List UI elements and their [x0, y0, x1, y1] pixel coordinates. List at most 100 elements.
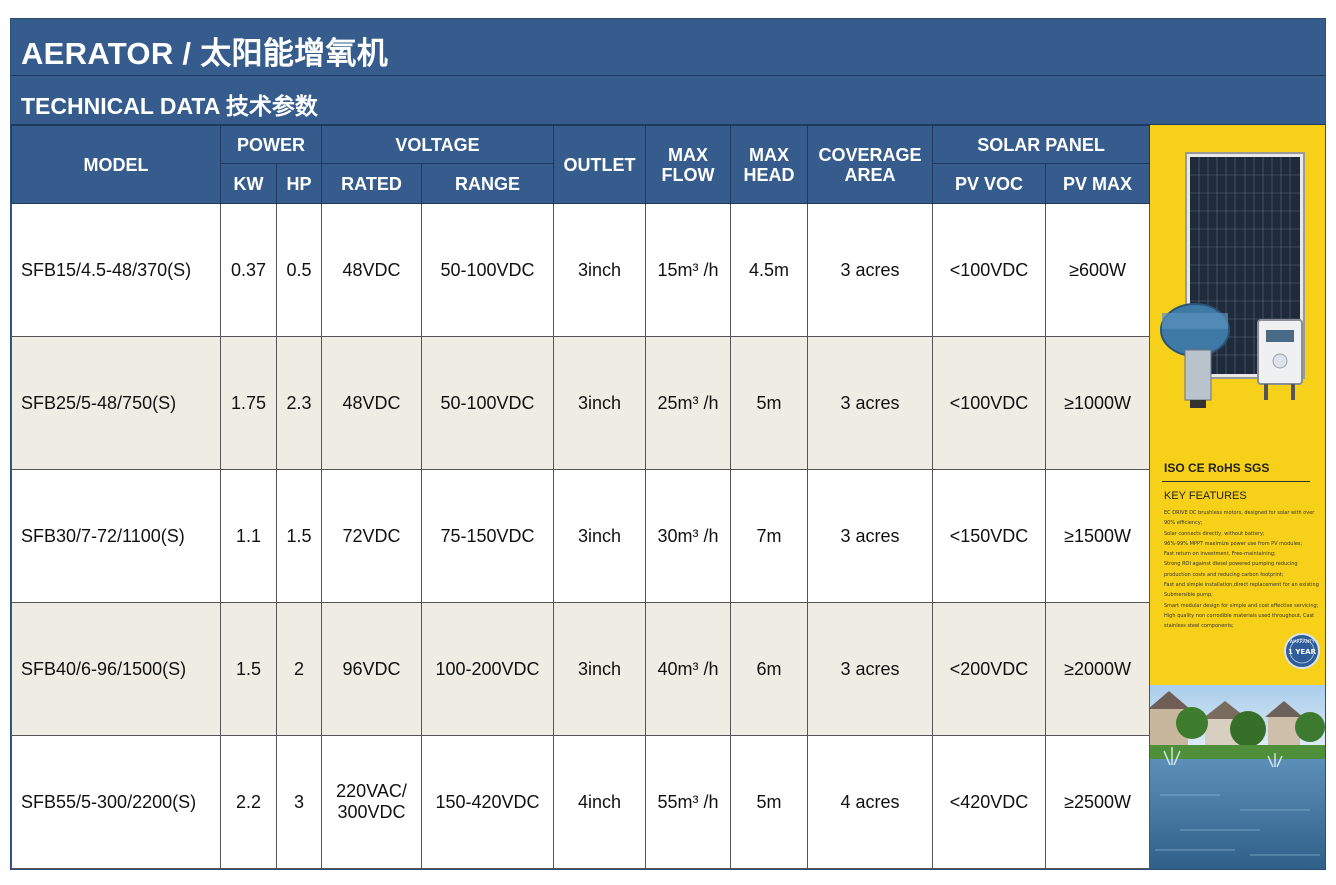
header-range: RANGE: [421, 163, 555, 204]
feature-item: 96%-99% MPPT maximize power use from PV …: [1164, 540, 1303, 547]
warranty-badge-top: WARRANTY: [1289, 639, 1315, 645]
controller-box-icon: [1257, 319, 1303, 400]
header-kw: KW: [220, 163, 277, 204]
cell-pv-max: ≥1000W: [1045, 336, 1151, 470]
header-max-flow-line1: MAX: [668, 144, 709, 165]
cell-pv-max: ≥2000W: [1045, 602, 1151, 736]
feature-item: High quality non corrodible materials us…: [1164, 612, 1315, 630]
feature-item: Fast and simple installation,direct repl…: [1164, 582, 1319, 599]
header-solar-panel: SOLAR PANEL: [932, 125, 1151, 164]
feature-item: EC DRIVE DC brushless motors, designed f…: [1164, 510, 1315, 527]
pond-photo-illustration: [1150, 685, 1325, 869]
cell-hp: 2: [275, 602, 323, 736]
page-title: AERATOR / 太阳能增氧机: [21, 36, 389, 71]
cell-range: 50-100VDC: [421, 336, 555, 470]
table-row: SFB25/5-48/750(S) 1.75 2.3 48VDC 50-100V…: [11, 336, 1151, 470]
cell-range: 100-200VDC: [421, 602, 555, 736]
cell-rated-line2: 300VDC: [337, 802, 406, 822]
key-features-list: EC DRIVE DC brushless motors, designed f…: [1164, 508, 1319, 632]
cell-pv-voc: <100VDC: [932, 203, 1047, 337]
cell-hp: 1.5: [275, 469, 323, 603]
cell-head: 7m: [730, 469, 809, 603]
key-features-title: KEY FEATURES: [1164, 490, 1247, 502]
cell-area: 3 acres: [807, 602, 934, 736]
header-max-head-line1: MAX: [749, 144, 790, 165]
certification-logos: ISO CE RoHS SGS: [1164, 461, 1270, 475]
header-max-flow: MAX FLOW: [645, 125, 732, 204]
cell-flow: 40m³ /h: [645, 602, 732, 736]
cell-model: SFB15/4.5-48/370(S): [11, 203, 221, 337]
cell-area: 3 acres: [807, 203, 934, 337]
cell-pv-voc: <420VDC: [932, 735, 1047, 869]
cell-model: SFB30/7-72/1100(S): [11, 469, 221, 603]
feature-item: Strong ROI against diesel powered pumpin…: [1164, 561, 1298, 578]
cell-model: SFB40/6-96/1500(S): [11, 602, 221, 736]
cell-outlet: 3inch: [553, 602, 647, 736]
cell-flow: 30m³ /h: [645, 469, 732, 603]
cell-area: 4 acres: [807, 735, 934, 869]
cell-model: SFB55/5-300/2200(S): [11, 735, 221, 869]
cell-kw: 0.37: [220, 203, 277, 337]
header-pv-voc: PV VOC: [932, 163, 1047, 204]
feature-item: Fast return on investment, Free-maintain…: [1164, 551, 1276, 558]
cell-kw: 1.5: [220, 602, 277, 736]
header-outlet: OUTLET: [553, 125, 647, 204]
header-coverage-area: COVERAGE AREA: [807, 125, 934, 204]
header-hp: HP: [275, 163, 323, 204]
cell-outlet: 4inch: [553, 735, 647, 869]
cell-kw: 1.75: [220, 336, 277, 470]
cell-head: 5m: [730, 735, 809, 869]
cell-area: 3 acres: [807, 336, 934, 470]
cell-pv-voc: <200VDC: [932, 602, 1047, 736]
cell-rated: 48VDC: [321, 203, 423, 337]
cell-kw: 1.1: [220, 469, 277, 603]
spec-sheet: AERATOR / 太阳能增氧机 TECHNICAL DATA 技术参数 MOD…: [10, 18, 1326, 870]
spec-table: MODEL POWER VOLTAGE OUTLET MAX FLOW MAX …: [11, 125, 1151, 869]
cell-head: 6m: [730, 602, 809, 736]
cell-range: 50-100VDC: [421, 203, 555, 337]
header-max-flow-line2: FLOW: [661, 164, 715, 185]
page-subtitle: TECHNICAL DATA 技术参数: [21, 93, 318, 119]
header-voltage: VOLTAGE: [321, 125, 555, 164]
title-bar: AERATOR / 太阳能增氧机: [11, 19, 1325, 76]
cell-rated-line1: 220VAC/: [336, 781, 407, 801]
table-row: SFB40/6-96/1500(S) 1.5 2 96VDC 100-200VD…: [11, 602, 1151, 736]
header-rated: RATED: [321, 163, 423, 204]
cell-outlet: 3inch: [553, 469, 647, 603]
cell-pv-voc: <150VDC: [932, 469, 1047, 603]
cell-rated: 96VDC: [321, 602, 423, 736]
product-side-panel: WARRANTY 1 YEAR ISO CE RoHS SGS KEY FEAT…: [1150, 125, 1325, 869]
cell-flow: 15m³ /h: [645, 203, 732, 337]
cell-pv-voc: <100VDC: [932, 336, 1047, 470]
feature-item: Smart modular design for simple and cost…: [1164, 602, 1319, 609]
cell-rated: 220VAC/ 300VDC: [321, 735, 423, 869]
cell-area: 3 acres: [807, 469, 934, 603]
header-coverage-line1: COVERAGE: [818, 144, 922, 165]
cell-rated: 72VDC: [321, 469, 423, 603]
cell-hp: 3: [275, 735, 323, 869]
cell-pv-max: ≥1500W: [1045, 469, 1151, 603]
table-row: SFB30/7-72/1100(S) 1.1 1.5 72VDC 75-150V…: [11, 469, 1151, 603]
table-row: SFB55/5-300/2200(S) 2.2 3 220VAC/ 300VDC…: [11, 735, 1151, 869]
warranty-badge-text: 1 YEAR: [1288, 648, 1317, 656]
feature-card: WARRANTY 1 YEAR ISO CE RoHS SGS KEY FEAT…: [1150, 125, 1325, 685]
cell-flow: 25m³ /h: [645, 336, 732, 470]
cell-outlet: 3inch: [553, 336, 647, 470]
feature-item: Solar connects directly, without battery…: [1164, 530, 1265, 537]
cell-head: 4.5m: [730, 203, 809, 337]
cell-pv-max: ≥600W: [1045, 203, 1151, 337]
cell-range: 75-150VDC: [421, 469, 555, 603]
divider: [1162, 481, 1310, 482]
cell-outlet: 3inch: [553, 203, 647, 337]
header-max-head-line2: HEAD: [743, 164, 795, 185]
cell-rated: 48VDC: [321, 336, 423, 470]
cell-hp: 2.3: [275, 336, 323, 470]
cell-model: SFB25/5-48/750(S): [11, 336, 221, 470]
cell-kw: 2.2: [220, 735, 277, 869]
header-max-head: MAX HEAD: [730, 125, 809, 204]
header-model: MODEL: [11, 125, 221, 204]
pond-fountain-photo: [1150, 685, 1325, 869]
cell-head: 5m: [730, 336, 809, 470]
cell-pv-max: ≥2500W: [1045, 735, 1151, 869]
header-coverage-line2: AREA: [844, 164, 896, 185]
